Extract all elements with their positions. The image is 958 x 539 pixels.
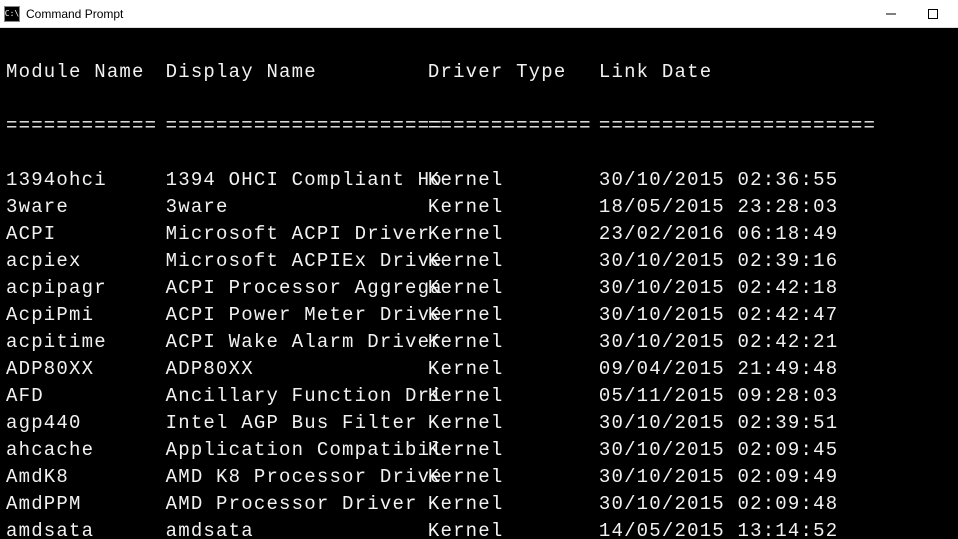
cell-type: Kernel	[428, 248, 599, 275]
cell-type: Kernel	[428, 221, 599, 248]
cell-display: 3ware	[166, 194, 428, 221]
cell-date: 23/02/2016 06:18:49	[599, 221, 838, 248]
table-row: AcpiPmi ACPI Power Meter Drive Kernel 30…	[6, 302, 952, 329]
cell-type: Kernel	[428, 464, 599, 491]
table-row: AFD Ancillary Function Dri Kernel 05/11/…	[6, 383, 952, 410]
cell-date: 30/10/2015 02:09:49	[599, 464, 838, 491]
cell-module: AcpiPmi	[6, 302, 166, 329]
cell-module: acpiex	[6, 248, 166, 275]
cell-type: Kernel	[428, 167, 599, 194]
cell-date: 30/10/2015 02:39:16	[599, 248, 838, 275]
header-type: Driver Type	[428, 59, 599, 86]
cell-type: Kernel	[428, 383, 599, 410]
cell-date: 30/10/2015 02:42:18	[599, 275, 838, 302]
cell-display: Intel AGP Bus Filter	[166, 410, 428, 437]
cell-display: 1394 OHCI Compliant Ho	[166, 167, 428, 194]
cell-module: 1394ohci	[6, 167, 166, 194]
cell-module: ADP80XX	[6, 356, 166, 383]
table-row: 1394ohci 1394 OHCI Compliant Ho Kernel 3…	[6, 167, 952, 194]
cell-display: ACPI Processor Aggrega	[166, 275, 428, 302]
cell-date: 05/11/2015 09:28:03	[599, 383, 838, 410]
titlebar: C:\ Command Prompt	[0, 0, 958, 28]
cell-module: ahcache	[6, 437, 166, 464]
terminal-output[interactable]: Module NameDisplay NameDriver TypeLink D…	[0, 28, 958, 539]
cell-module: acpitime	[6, 329, 166, 356]
cell-type: Kernel	[428, 410, 599, 437]
table-row: acpipagr ACPI Processor Aggrega Kernel 3…	[6, 275, 952, 302]
table-row: 3ware 3ware Kernel 18/05/2015 23:28:03	[6, 194, 952, 221]
cell-date: 30/10/2015 02:42:47	[599, 302, 838, 329]
cell-date: 18/05/2015 23:28:03	[599, 194, 838, 221]
cell-module: agp440	[6, 410, 166, 437]
cell-type: Kernel	[428, 491, 599, 518]
cell-type: Kernel	[428, 194, 599, 221]
cell-display: AMD K8 Processor Drive	[166, 464, 428, 491]
cmd-icon: C:\	[4, 6, 20, 22]
header-module: Module Name	[6, 59, 166, 86]
cell-display: ACPI Wake Alarm Driver	[166, 329, 428, 356]
cell-type: Kernel	[428, 437, 599, 464]
cell-date: 09/04/2015 21:49:48	[599, 356, 838, 383]
header-display: Display Name	[166, 59, 428, 86]
table-row: agp440 Intel AGP Bus Filter Kernel 30/10…	[6, 410, 952, 437]
table-row: AmdK8 AMD K8 Processor Drive Kernel 30/1…	[6, 464, 952, 491]
cell-module: AmdPPM	[6, 491, 166, 518]
header-date: Link Date	[599, 59, 712, 86]
header-row: Module NameDisplay NameDriver TypeLink D…	[6, 59, 952, 86]
window-controls	[870, 2, 954, 26]
table-row: acpiex Microsoft ACPIEx Drive Kernel 30/…	[6, 248, 952, 275]
cell-display: Microsoft ACPIEx Drive	[166, 248, 428, 275]
separator-row: ========================================…	[6, 113, 952, 140]
cell-module: AmdK8	[6, 464, 166, 491]
table-row: ADP80XX ADP80XX Kernel 09/04/2015 21:49:…	[6, 356, 952, 383]
cell-module: AFD	[6, 383, 166, 410]
minimize-button[interactable]	[870, 2, 912, 26]
cell-module: acpipagr	[6, 275, 166, 302]
cell-date: 30/10/2015 02:42:21	[599, 329, 838, 356]
cell-type: Kernel	[428, 275, 599, 302]
table-row: AmdPPM AMD Processor Driver Kernel 30/10…	[6, 491, 952, 518]
cell-type: Kernel	[428, 329, 599, 356]
cell-date: 30/10/2015 02:36:55	[599, 167, 838, 194]
cell-date: 14/05/2015 13:14:52	[599, 518, 838, 539]
table-row: acpitime ACPI Wake Alarm Driver Kernel 3…	[6, 329, 952, 356]
cell-display: AMD Processor Driver	[166, 491, 428, 518]
table-row: ACPI Microsoft ACPI Driver Kernel 23/02/…	[6, 221, 952, 248]
cell-display: ADP80XX	[166, 356, 428, 383]
cell-display: Application Compatibil	[166, 437, 428, 464]
cell-date: 30/10/2015 02:09:45	[599, 437, 838, 464]
table-row: ahcache Application Compatibil Kernel 30…	[6, 437, 952, 464]
cell-date: 30/10/2015 02:39:51	[599, 410, 838, 437]
cell-display: Microsoft ACPI Driver	[166, 221, 428, 248]
cell-type: Kernel	[428, 302, 599, 329]
cell-display: ACPI Power Meter Drive	[166, 302, 428, 329]
cell-module: amdsata	[6, 518, 166, 539]
cell-module: 3ware	[6, 194, 166, 221]
table-row: amdsata amdsata Kernel 14/05/2015 13:14:…	[6, 518, 952, 539]
maximize-button[interactable]	[912, 2, 954, 26]
cell-display: amdsata	[166, 518, 428, 539]
cell-display: Ancillary Function Dri	[166, 383, 428, 410]
cell-date: 30/10/2015 02:09:48	[599, 491, 838, 518]
cell-type: Kernel	[428, 356, 599, 383]
window-title: Command Prompt	[26, 7, 123, 21]
cell-type: Kernel	[428, 518, 599, 539]
cell-module: ACPI	[6, 221, 166, 248]
